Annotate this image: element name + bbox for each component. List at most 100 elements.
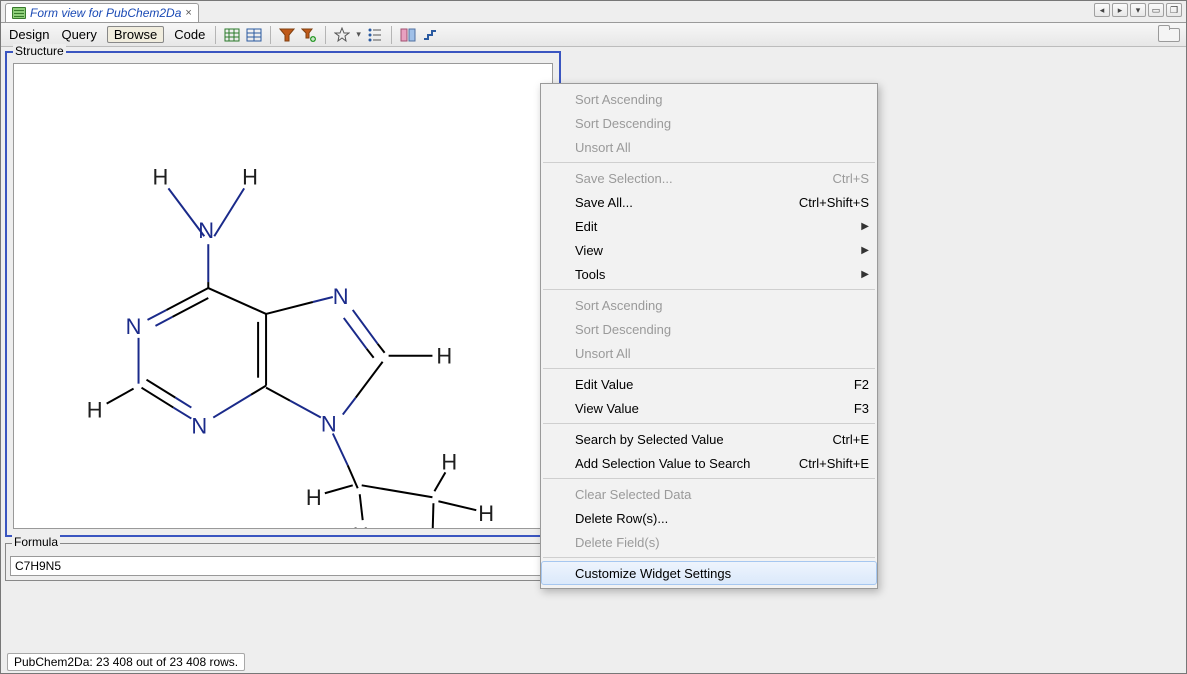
menu-item: Save Selection... Ctrl+S <box>541 166 877 190</box>
menu-item: Unsort All <box>541 341 877 365</box>
menu-item[interactable]: Customize Widget Settings <box>541 561 877 585</box>
svg-text:H: H <box>353 523 369 528</box>
toolbar: Design Query Browse Code ▾ <box>1 23 1186 47</box>
dropdown-caret-icon[interactable]: ▾ <box>356 29 361 40</box>
step-icon[interactable] <box>422 27 438 43</box>
submenu-arrow-icon: ▶ <box>861 245 869 256</box>
context-menu: Sort Ascending Sort Descending Unsort All S… <box>540 83 878 589</box>
filter-add-icon[interactable] <box>301 27 317 43</box>
separator <box>215 26 216 44</box>
mode-design[interactable]: Design <box>7 27 51 42</box>
menu-divider <box>543 557 875 558</box>
menu-item-label: Customize Widget Settings <box>575 566 731 581</box>
menu-item-shortcut: Ctrl+Shift+S <box>783 195 869 210</box>
svg-text:N: N <box>198 218 214 243</box>
menu-item-label: Edit <box>575 219 597 234</box>
menu-item[interactable]: Delete Row(s)... <box>541 506 877 530</box>
app-root: Form view for PubChem2Da × ◂ ▸ ▾ ▭ ❐ Des… <box>0 0 1187 674</box>
svg-text:N: N <box>333 284 349 309</box>
star-icon[interactable] <box>334 27 350 43</box>
menu-item[interactable]: View Value F3 <box>541 396 877 420</box>
menu-item-label: View Value <box>575 401 639 416</box>
menu-item[interactable]: Add Selection Value to SearchCtrl+Shift+… <box>541 451 877 475</box>
filter-icon[interactable] <box>279 27 295 43</box>
toolbar-right <box>1158 28 1180 42</box>
dropdown-icon[interactable]: ▾ <box>1130 3 1146 17</box>
prev-tab-icon[interactable]: ◂ <box>1094 3 1110 17</box>
active-tab[interactable]: Form view for PubChem2Da × <box>5 3 199 22</box>
menu-divider <box>543 478 875 479</box>
work-area: Structure <box>1 47 1186 651</box>
separator <box>270 26 271 44</box>
window-controls: ◂ ▸ ▾ ▭ ❐ <box>1094 3 1182 17</box>
tab-close-icon[interactable]: × <box>185 7 191 19</box>
menu-item[interactable]: Save All... Ctrl+Shift+S <box>541 190 877 214</box>
mode-group: Design Query Browse Code <box>7 26 207 43</box>
tree-icon[interactable] <box>367 27 383 43</box>
menu-item-label: View <box>575 243 603 258</box>
menu-item-label: Save Selection... <box>575 171 673 186</box>
toolbar-icons-3: ▾ <box>334 27 383 43</box>
menu-item-label: Sort Descending <box>575 116 671 131</box>
svg-text:H: H <box>242 164 258 189</box>
menu-item: Sort Ascending <box>541 293 877 317</box>
panels-icon[interactable] <box>400 27 416 43</box>
form-view-icon <box>12 7 26 19</box>
menu-item[interactable]: Tools ▶ <box>541 262 877 286</box>
next-tab-icon[interactable]: ▸ <box>1112 3 1128 17</box>
minimize-icon[interactable]: ▭ <box>1148 3 1164 17</box>
menu-divider <box>543 423 875 424</box>
menu-item-label: Search by Selected Value <box>575 432 724 447</box>
menu-item-shortcut: Ctrl+S <box>817 171 869 186</box>
submenu-arrow-icon: ▶ <box>861 221 869 232</box>
menu-item-shortcut: F3 <box>838 401 869 416</box>
submenu-arrow-icon: ▶ <box>861 269 869 280</box>
menu-item-label: Sort Descending <box>575 322 671 337</box>
menu-item-label: Tools <box>575 267 605 282</box>
menu-item[interactable]: Search by Selected ValueCtrl+E <box>541 427 877 451</box>
menu-divider <box>543 368 875 369</box>
formula-value: C7H9N5 <box>10 556 556 576</box>
structure-canvas: H H N N N H H N N H H H H H <box>13 63 553 529</box>
maximize-icon[interactable]: ❐ <box>1166 3 1182 17</box>
tab-title: Form view for PubChem2Da <box>30 6 181 20</box>
menu-item-label: Delete Row(s)... <box>575 511 668 526</box>
structure-panel[interactable]: Structure <box>5 51 561 537</box>
menu-item-label: Save All... <box>575 195 633 210</box>
svg-text:N: N <box>191 413 207 438</box>
grid-icon[interactable] <box>224 27 240 43</box>
status-text: PubChem2Da: 23 408 out of 23 408 rows. <box>7 653 245 671</box>
menu-item-label: Unsort All <box>575 140 631 155</box>
svg-text:H: H <box>152 164 168 189</box>
molecule-svg: H H N N N H H N N H H H H H <box>14 64 552 528</box>
svg-text:H: H <box>306 485 322 510</box>
menu-item: Clear Selected Data <box>541 482 877 506</box>
mode-browse[interactable]: Browse <box>107 26 164 43</box>
menu-divider <box>543 162 875 163</box>
menu-item[interactable]: View ▶ <box>541 238 877 262</box>
menu-item-label: Sort Ascending <box>575 298 662 313</box>
structure-panel-title: Structure <box>13 44 66 58</box>
menu-item-label: Unsort All <box>575 346 631 361</box>
separator <box>391 26 392 44</box>
menu-item: Sort Descending <box>541 317 877 341</box>
menu-item: Delete Field(s) <box>541 530 877 554</box>
svg-text:H: H <box>441 449 457 474</box>
menu-item: Unsort All <box>541 135 877 159</box>
tab-strip: Form view for PubChem2Da × ◂ ▸ ▾ ▭ ❐ <box>1 1 1186 23</box>
formula-panel-title: Formula <box>12 535 60 549</box>
menu-item[interactable]: Edit ValueF2 <box>541 372 877 396</box>
mode-query[interactable]: Query <box>59 27 98 42</box>
svg-text:H: H <box>436 344 452 369</box>
toolbar-icons-2 <box>279 27 317 43</box>
menu-item-shortcut: Ctrl+Shift+E <box>783 456 869 471</box>
mode-code[interactable]: Code <box>172 27 207 42</box>
svg-text:H: H <box>87 398 103 423</box>
folder-icon[interactable] <box>1158 28 1180 42</box>
formula-panel: Formula C7H9N5 <box>5 543 561 581</box>
menu-item-label: Clear Selected Data <box>575 487 691 502</box>
menu-item-label: Edit Value <box>575 377 633 392</box>
menu-divider <box>543 289 875 290</box>
menu-item[interactable]: Edit ▶ <box>541 214 877 238</box>
grid-alt-icon[interactable] <box>246 27 262 43</box>
